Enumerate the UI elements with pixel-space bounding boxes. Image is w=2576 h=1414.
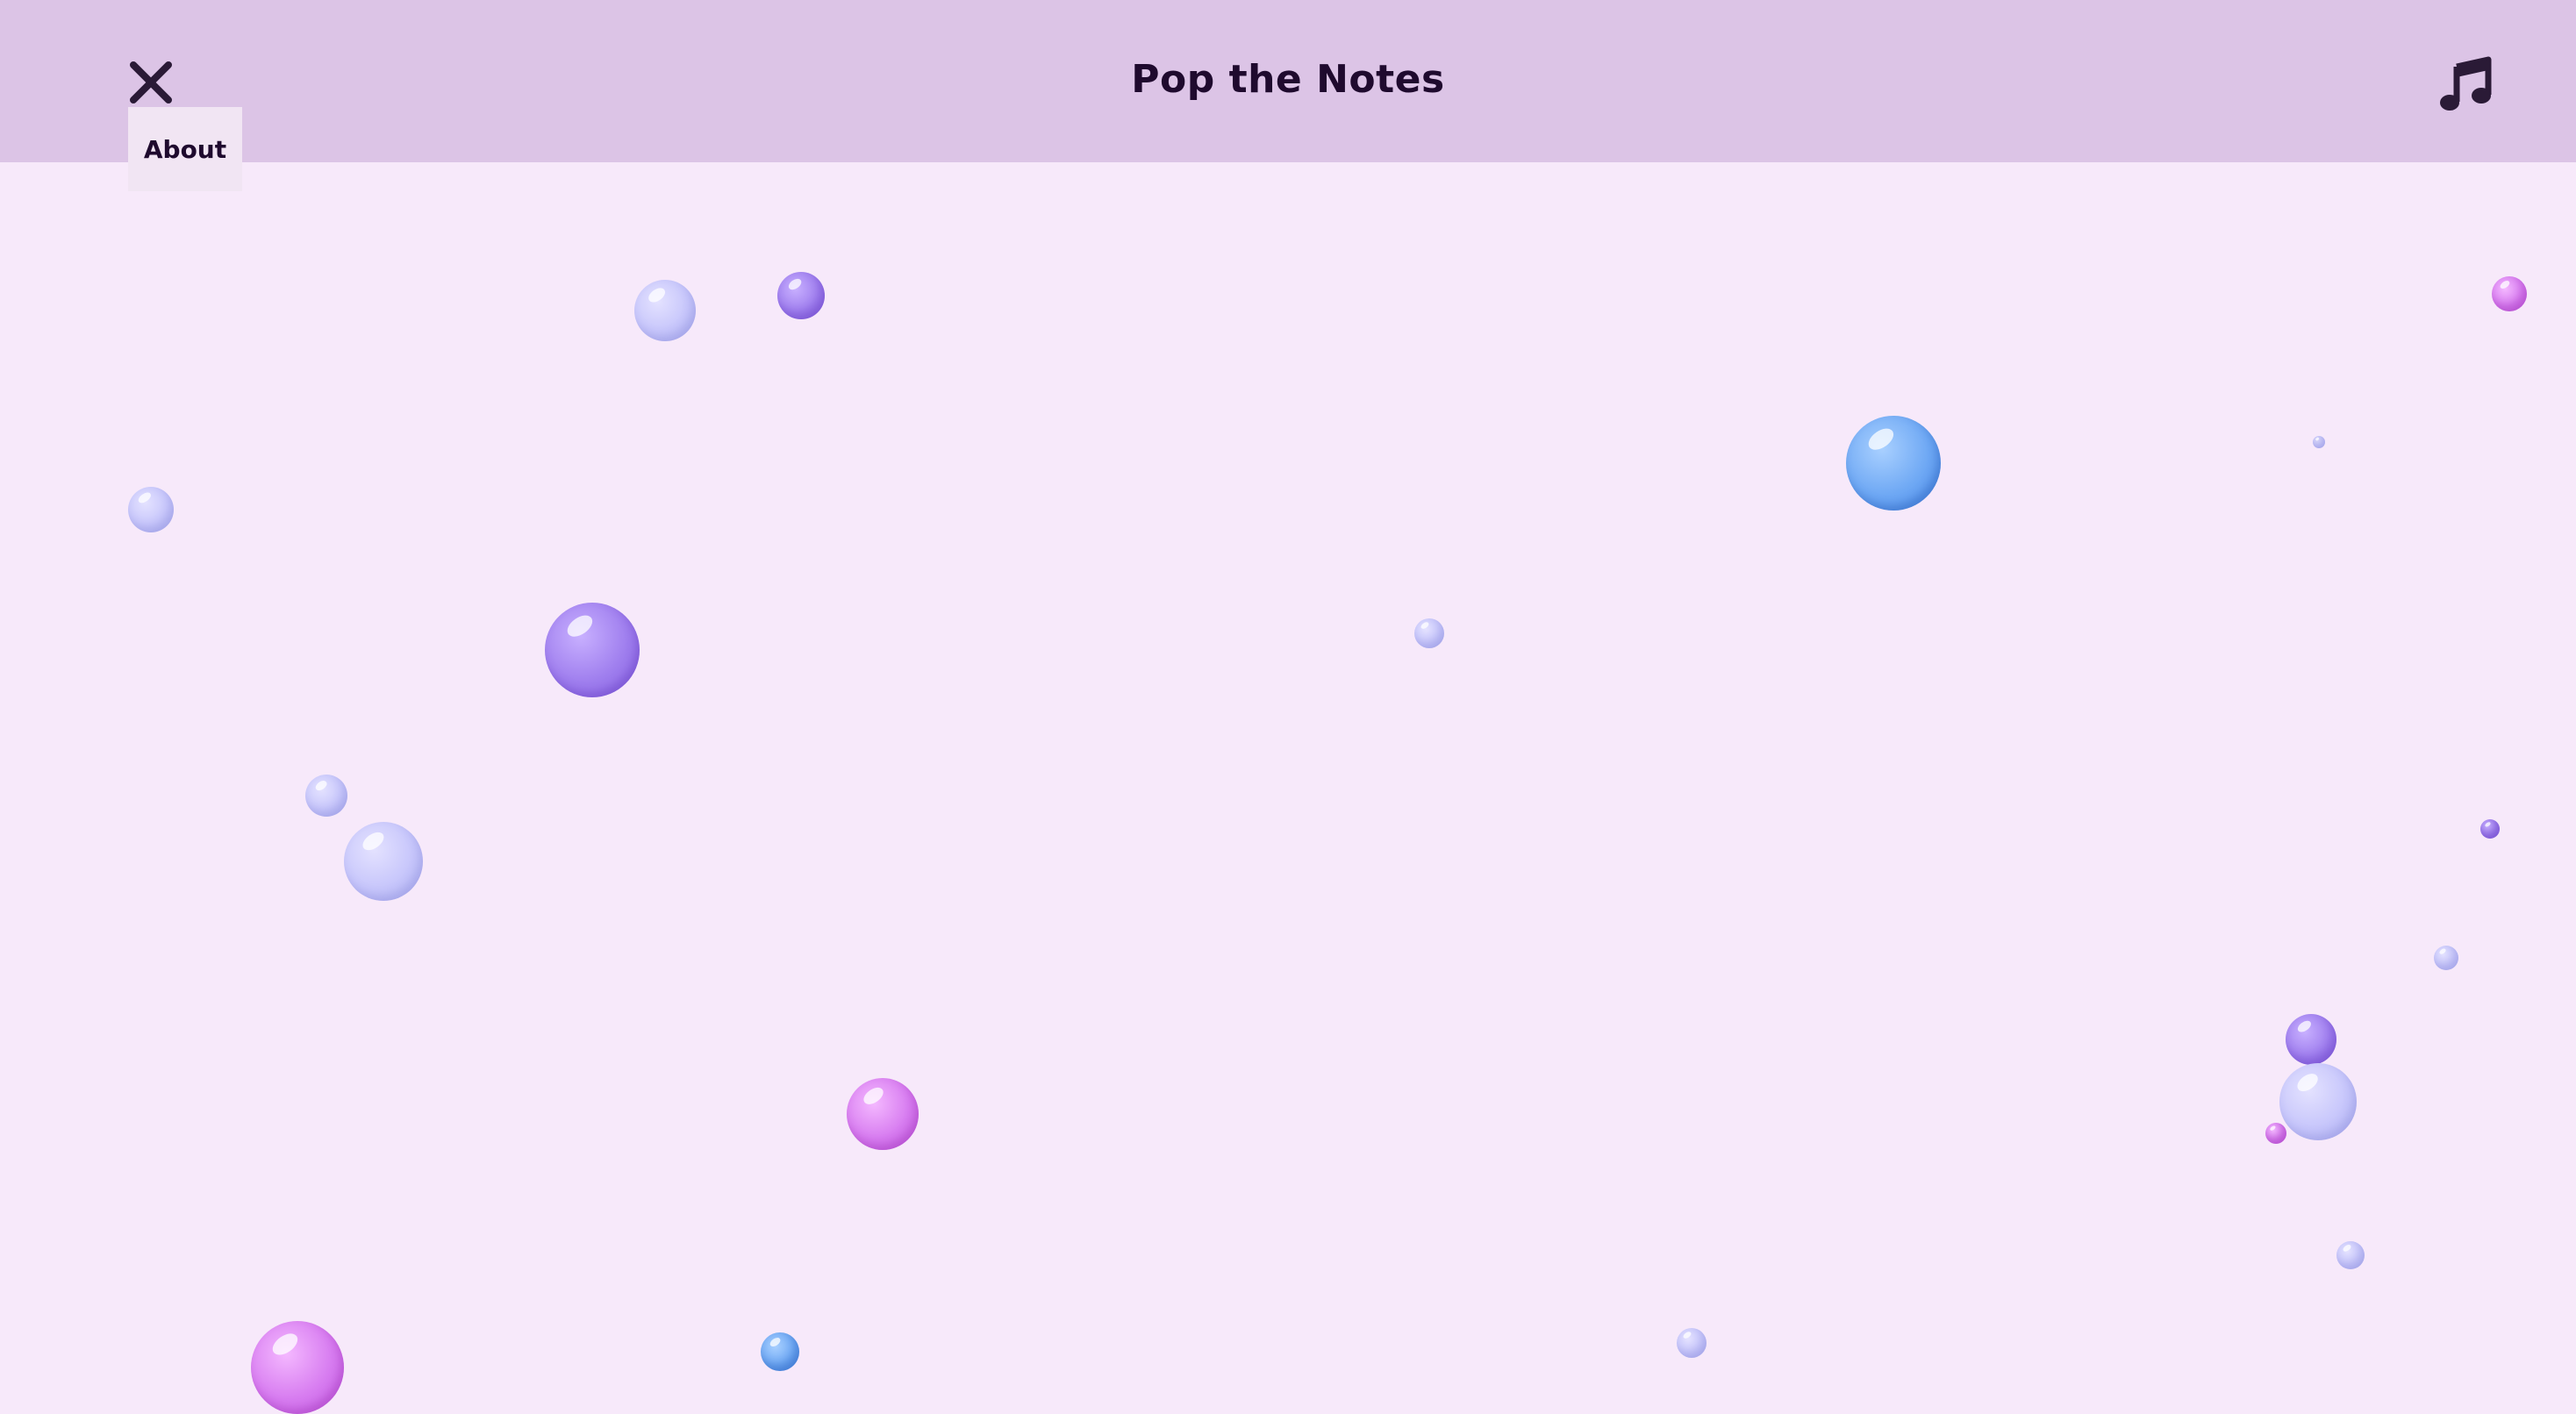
note-bubble[interactable] xyxy=(777,272,825,319)
note-bubble[interactable] xyxy=(128,487,174,532)
note-bubble[interactable] xyxy=(847,1078,919,1150)
note-bubble[interactable] xyxy=(2434,946,2458,970)
game-title: Pop the Notes xyxy=(1131,57,1445,102)
note-bubble[interactable] xyxy=(545,603,640,697)
note-bubble[interactable] xyxy=(344,822,423,901)
note-bubble[interactable] xyxy=(2286,1014,2336,1065)
note-bubble[interactable] xyxy=(2313,436,2325,448)
note-bubble[interactable] xyxy=(2492,276,2527,311)
note-bubble[interactable] xyxy=(1677,1328,1707,1358)
note-bubble[interactable] xyxy=(2265,1123,2286,1144)
note-bubble[interactable] xyxy=(2336,1241,2365,1269)
note-bubble[interactable] xyxy=(251,1321,344,1414)
close-button[interactable] xyxy=(123,54,179,111)
bubble-play-area xyxy=(0,162,2576,1414)
close-icon xyxy=(130,61,172,104)
note-bubble[interactable] xyxy=(2480,819,2500,839)
note-bubble[interactable] xyxy=(2279,1063,2357,1140)
note-bubble[interactable] xyxy=(305,775,347,817)
music-toggle-button[interactable] xyxy=(2437,54,2495,112)
header-bar: Pop the Notes xyxy=(0,0,2576,162)
note-bubble[interactable] xyxy=(634,280,696,341)
note-bubble[interactable] xyxy=(761,1332,799,1371)
note-bubble[interactable] xyxy=(1414,618,1444,648)
note-bubble[interactable] xyxy=(1846,416,1941,511)
music-note-icon xyxy=(2440,56,2492,111)
